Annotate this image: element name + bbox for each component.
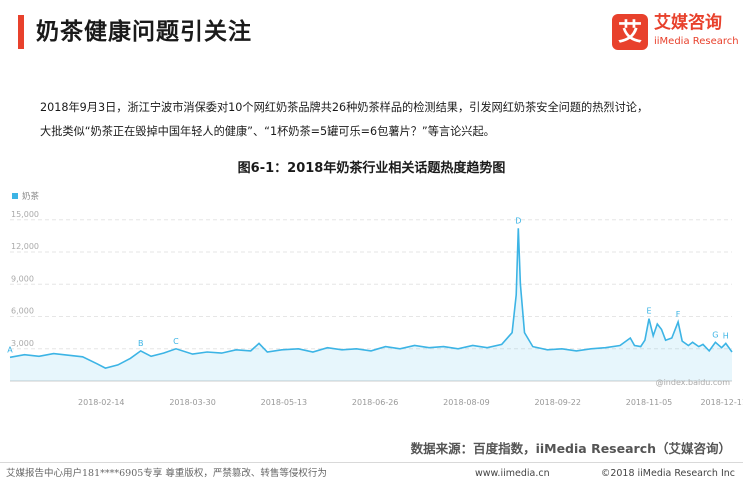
intro-line-1: 2018年9月3日，浙江宁波市消保委对10个网红奶茶品牌共26种奶茶样品的检测结… xyxy=(40,101,649,114)
title-accent-bar xyxy=(18,15,24,49)
page-title: 奶茶健康问题引关注 xyxy=(36,19,252,45)
footer-copyright: ©2018 iiMedia Research Inc xyxy=(600,468,735,479)
chart-title: 图6-1：2018年奶茶行业相关话题热度趋势图 xyxy=(237,161,506,176)
annotation-C: C xyxy=(173,337,179,346)
y-tick-label: 15,000 xyxy=(11,210,39,219)
brand-logo-icon: 艾 xyxy=(612,14,648,50)
legend-swatch xyxy=(12,193,18,199)
x-tick-label: 2018-02-14 xyxy=(78,398,125,407)
footer-divider xyxy=(0,462,743,463)
annotation-F: F xyxy=(676,310,681,319)
x-tick-label: 2018-08-09 xyxy=(443,398,490,407)
annotation-E: E xyxy=(646,307,651,316)
data-source: 数据来源：百度指数，iiMedia Research（艾媒咨询） xyxy=(410,441,731,456)
x-tick-label: 2018-05-13 xyxy=(261,398,308,407)
annotation-D: D xyxy=(515,216,521,225)
brand-name-en: iiMedia Research xyxy=(654,36,739,47)
trend-line-chart: 3,000 6,000 9,000 12,000 15,000 2018-02-14 20… xyxy=(7,191,743,407)
brand-name-cn: 艾媒咨询 xyxy=(654,13,722,33)
x-tick-label: 2018-11-05 xyxy=(626,398,673,407)
y-tick-label: 12,000 xyxy=(11,242,39,251)
annotation-H: H xyxy=(723,331,729,340)
watermark: @index.baidu.com xyxy=(656,378,731,387)
intro-line-2: 大批类似“奶茶正在毁掉中国年轻人的健康”、“1杯奶茶=5罐可乐=6包薯片？”等言… xyxy=(40,125,495,138)
annotation-G: G xyxy=(712,330,718,339)
y-tick-label: 9,000 xyxy=(11,274,34,283)
annotation-A: A xyxy=(7,345,13,354)
x-tick-label: 2018-06-26 xyxy=(352,398,399,407)
y-tick-label: 3,000 xyxy=(11,339,34,348)
series-area xyxy=(10,228,732,381)
annotation-B: B xyxy=(138,339,144,348)
x-tick-label: 2018-12-11 xyxy=(700,398,743,407)
x-tick-label: 2018-03-30 xyxy=(169,398,216,407)
intro-paragraph: 2018年9月3日，浙江宁波市消保委对10个网红奶茶品牌共26种奶茶样品的检测结… xyxy=(40,96,710,144)
footer-copyright-notice: 艾媒报告中心用户181****6905专享 尊重版权，严禁篡改、转售等侵权行为 xyxy=(6,468,327,479)
legend-label: 奶茶 xyxy=(22,191,40,202)
footer-website-link[interactable]: www.iimedia.cn xyxy=(475,467,550,480)
y-tick-label: 6,000 xyxy=(11,307,34,316)
x-tick-label: 2018-09-22 xyxy=(534,398,581,407)
